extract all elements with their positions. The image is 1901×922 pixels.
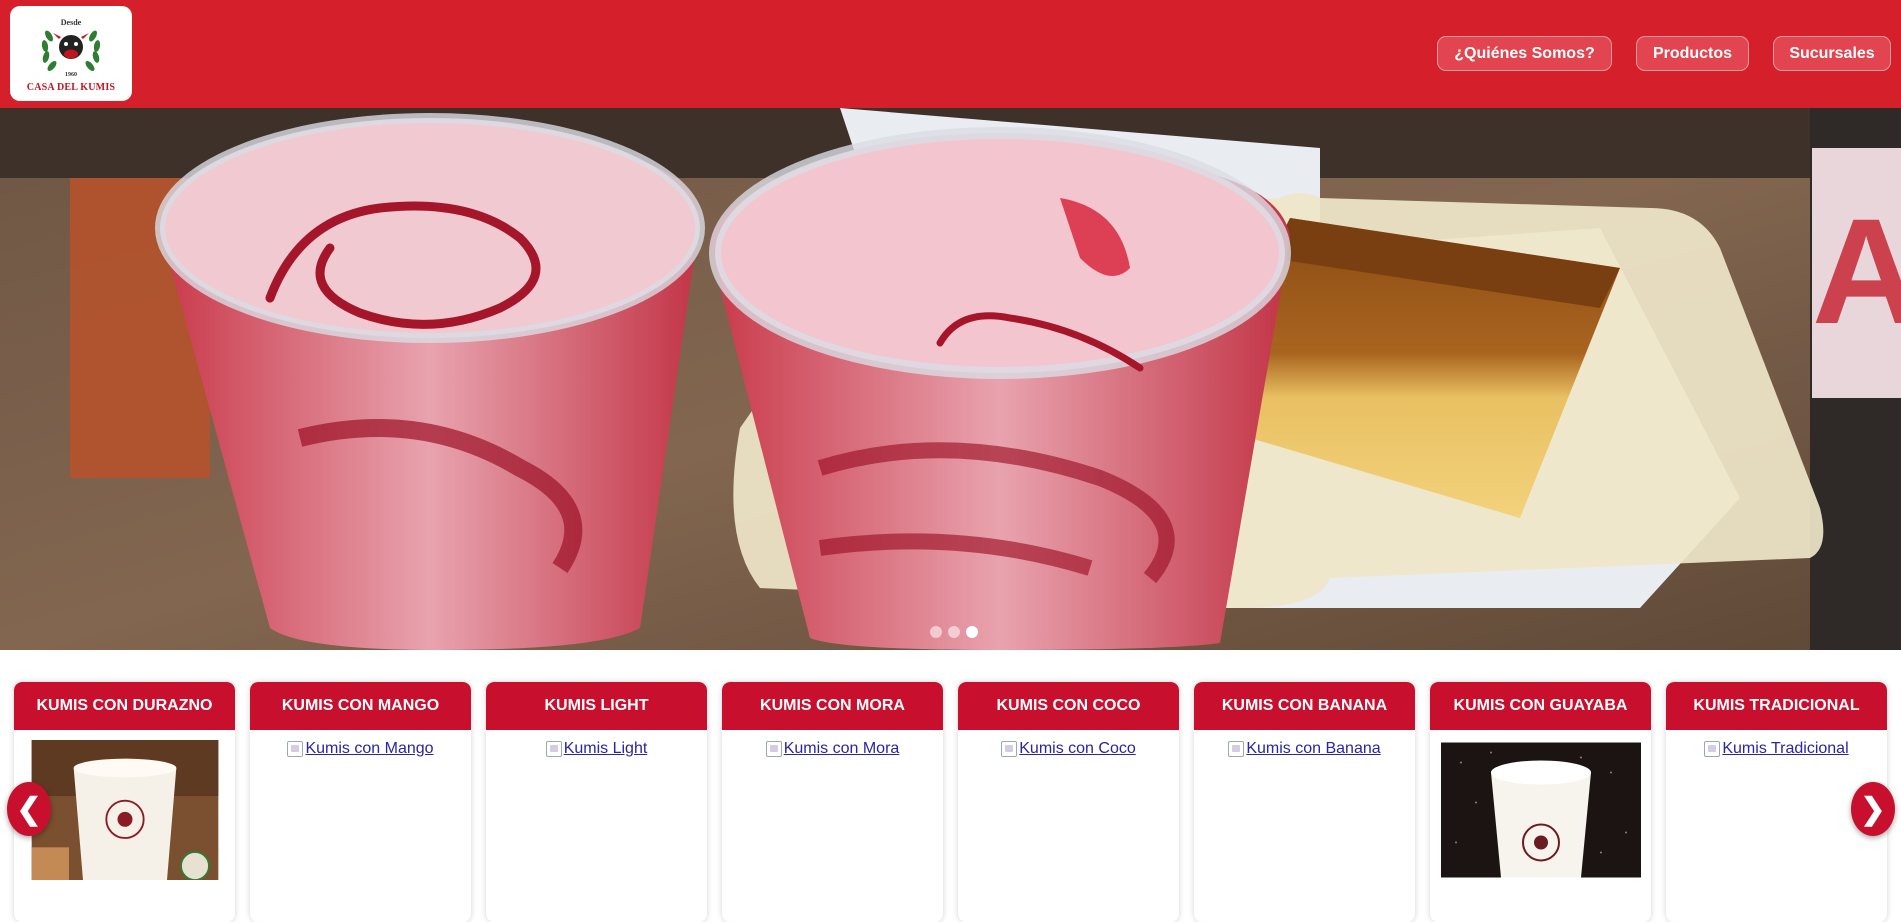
svg-text:A: A — [1812, 187, 1901, 355]
nav-sucursales-button[interactable]: Sucursales — [1773, 36, 1891, 71]
product-title: KUMIS CON MANGO — [250, 682, 471, 730]
product-carousel: KUMIS CON DURAZNO KUMIS CON MANGO Kumis … — [14, 682, 1887, 922]
image-alt-text: Kumis con Coco — [1019, 740, 1136, 757]
broken-image-link[interactable]: Kumis con Mango — [287, 740, 434, 758]
product-image — [1440, 742, 1641, 878]
hero-carousel[interactable]: A — [0, 108, 1901, 650]
carousel-dot-1[interactable] — [930, 626, 942, 638]
product-card[interactable]: KUMIS CON GUAYABA — [1430, 682, 1651, 922]
product-card[interactable]: KUMIS CON MANGO Kumis con Mango — [250, 682, 471, 922]
image-alt-text: Kumis Tradicional — [1722, 740, 1849, 757]
nav-productos-button[interactable]: Productos — [1636, 36, 1749, 71]
broken-image-icon — [1001, 741, 1018, 757]
broken-image-icon — [765, 741, 782, 757]
carousel-dot-2[interactable] — [948, 626, 960, 638]
product-image — [31, 740, 218, 880]
brand-logo[interactable]: Desde 1960 CASA DEL KUMIS — [10, 6, 132, 101]
product-card[interactable]: KUMIS LIGHT Kumis Light — [486, 682, 707, 922]
carousel-prev-button[interactable]: ❮ — [7, 782, 51, 836]
image-alt-text: Kumis con Banana — [1246, 740, 1381, 757]
product-card[interactable]: KUMIS CON BANANA Kumis con Banana — [1194, 682, 1415, 922]
product-card[interactable]: KUMIS CON MORA Kumis con Mora — [722, 682, 943, 922]
product-title: KUMIS CON BANANA — [1194, 682, 1415, 730]
broken-image-icon — [1704, 741, 1721, 757]
broken-image-link[interactable]: Kumis Light — [545, 740, 648, 758]
product-title: KUMIS CON GUAYABA — [1430, 682, 1651, 730]
image-alt-text: Kumis Light — [563, 740, 648, 757]
product-title: KUMIS CON MORA — [722, 682, 943, 730]
product-card[interactable]: KUMIS CON COCO Kumis con Coco — [958, 682, 1179, 922]
broken-image-link[interactable]: Kumis con Banana — [1228, 740, 1381, 758]
product-title: KUMIS CON COCO — [958, 682, 1179, 730]
product-title: KUMIS TRADICIONAL — [1666, 682, 1887, 730]
broken-image-icon — [287, 741, 304, 757]
broken-image-link[interactable]: Kumis con Mora — [765, 740, 900, 758]
carousel-indicators — [930, 626, 978, 638]
image-alt-text: Kumis con Mango — [305, 740, 434, 757]
product-title: KUMIS LIGHT — [486, 682, 707, 730]
carousel-dot-3[interactable] — [966, 626, 978, 638]
broken-image-link[interactable]: Kumis con Coco — [1001, 740, 1136, 758]
broken-image-icon — [1228, 741, 1245, 757]
logo-name: CASA DEL KUMIS — [26, 82, 116, 93]
logo-top-text: Desde — [61, 18, 82, 27]
image-alt-text: Kumis con Mora — [783, 740, 900, 757]
cow-laurel-emblem: Desde 1960 — [41, 18, 101, 78]
main-nav: ¿Quiénes Somos? Productos Sucursales — [1437, 36, 1891, 71]
site-header: Desde 1960 CASA DEL KUMIS ¿Quiénes Somos… — [0, 0, 1901, 108]
broken-image-link[interactable]: Kumis Tradicional — [1704, 740, 1849, 758]
product-title: KUMIS CON DURAZNO — [14, 682, 235, 730]
nav-quienes-somos-button[interactable]: ¿Quiénes Somos? — [1437, 36, 1612, 71]
carousel-next-button[interactable]: ❯ — [1851, 782, 1895, 836]
hero-kumis-photo: A — [0, 108, 1901, 650]
logo-year-text: 1960 — [65, 72, 77, 78]
broken-image-icon — [545, 741, 562, 757]
